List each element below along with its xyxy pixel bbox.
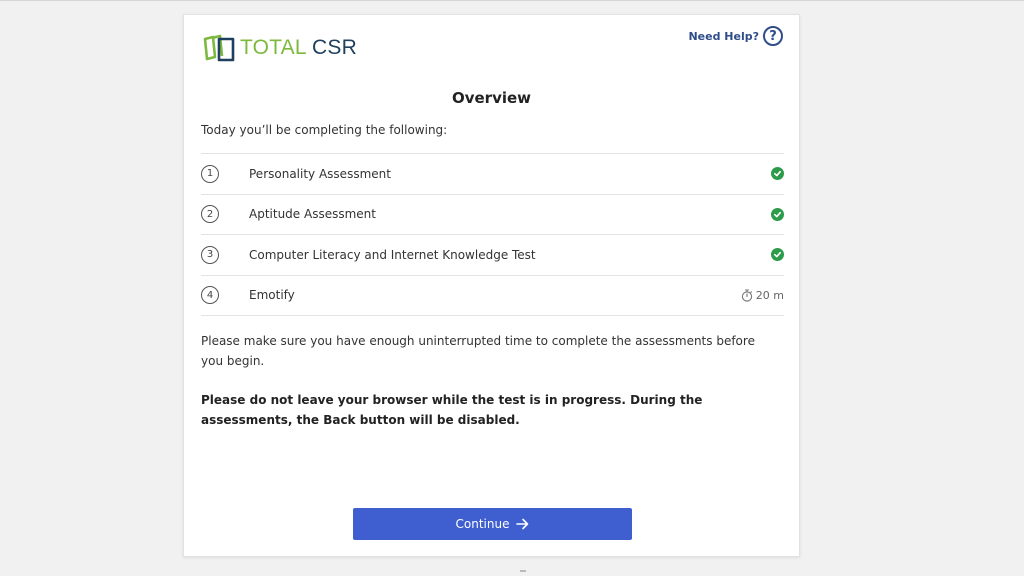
duration-text: 20 m <box>755 288 784 302</box>
top-divider <box>0 0 1024 1</box>
check-circle-icon <box>771 248 784 262</box>
overview-card: TOTAL CSR Need Help? ? Overview Today yo… <box>183 14 800 557</box>
logo-word-total: TOTAL <box>240 36 306 59</box>
check-circle-icon <box>771 167 784 181</box>
assessment-row: 3 Computer Literacy and Internet Knowled… <box>201 235 784 276</box>
stopwatch-icon <box>741 289 752 302</box>
arrow-right-icon <box>516 518 529 530</box>
assessment-status <box>771 207 784 221</box>
assessment-label: Personality Assessment <box>249 166 391 181</box>
logo-text: TOTAL CSR <box>240 36 357 60</box>
step-number-badge: 2 <box>201 205 219 224</box>
need-help-link[interactable]: Need Help? ? <box>688 26 783 46</box>
time-notice-text: Please make sure you have enough uninter… <box>201 334 755 368</box>
assessment-status <box>771 167 784 181</box>
continue-button-label: Continue <box>455 517 510 531</box>
assessment-label: Aptitude Assessment <box>249 207 376 222</box>
total-csr-logo: TOTAL CSR <box>202 31 357 65</box>
continue-button[interactable]: Continue <box>353 508 632 540</box>
check-circle-icon <box>771 207 784 221</box>
logo-mark-icon <box>203 34 235 62</box>
assessment-status <box>771 248 784 262</box>
question-circle-icon[interactable]: ? <box>763 26 783 46</box>
step-number-badge: 1 <box>201 164 219 183</box>
step-number-badge: 4 <box>201 286 219 305</box>
need-help-label: Need Help? <box>688 29 759 43</box>
step-number-badge: 3 <box>201 245 219 264</box>
assessment-row: 2 Aptitude Assessment <box>201 195 784 235</box>
assessment-label: Computer Literacy and Internet Knowledge… <box>249 247 536 262</box>
assessment-status: 20 m <box>741 289 784 302</box>
intro-text: Today you’ll be completing the following… <box>201 123 448 137</box>
assessment-list: 1 Personality Assessment 2 Aptitude Asse… <box>201 153 784 316</box>
assessment-row: 1 Personality Assessment <box>201 154 784 195</box>
logo-word-csr: CSR <box>312 36 357 59</box>
page-edge-mark <box>520 570 526 572</box>
page-title: Overview <box>451 89 532 107</box>
assessment-row: 4 Emotify 20 m <box>201 276 784 316</box>
assessment-label: Emotify <box>249 288 295 303</box>
browser-warning-text: Please do not leave your browser while t… <box>201 393 703 427</box>
